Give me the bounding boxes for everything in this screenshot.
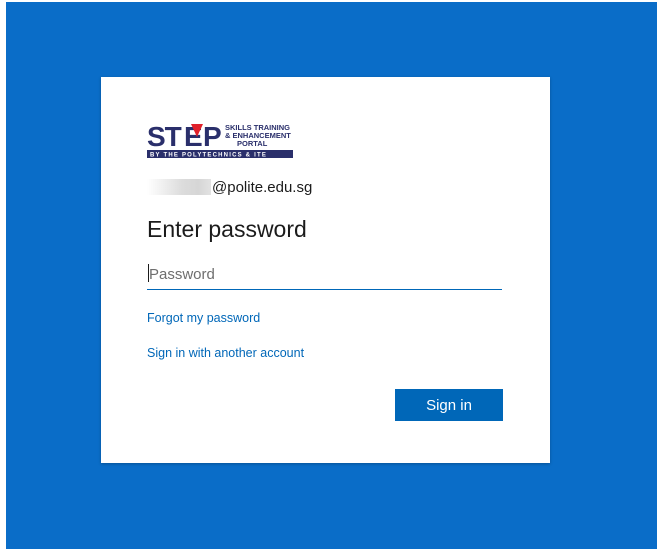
redacted-username <box>147 179 211 195</box>
sign-in-another-account-link[interactable]: Sign in with another account <box>147 346 304 360</box>
forgot-password-link[interactable]: Forgot my password <box>147 311 260 325</box>
text-caret <box>148 264 149 282</box>
logo-wordmark-st: ST <box>147 121 182 152</box>
account-identity: @polite.edu.sg <box>147 177 312 197</box>
step-logo-graphic: ST E P SKILLS TRAINING & ENHANCEMENT POR… <box>147 121 293 159</box>
password-input[interactable] <box>147 260 502 290</box>
account-email: @polite.edu.sg <box>212 178 313 196</box>
step-logo: ST E P SKILLS TRAINING & ENHANCEMENT POR… <box>147 119 337 159</box>
logo-tagline-3: PORTAL <box>237 139 268 148</box>
sign-in-button[interactable]: Sign in <box>395 389 503 421</box>
page-title: Enter password <box>147 216 307 242</box>
login-card: ST E P SKILLS TRAINING & ENHANCEMENT POR… <box>101 77 550 463</box>
logo-wordmark-p: P <box>203 121 222 152</box>
logo-subtitle: BY THE POLYTECHNICS & ITE <box>150 153 267 159</box>
